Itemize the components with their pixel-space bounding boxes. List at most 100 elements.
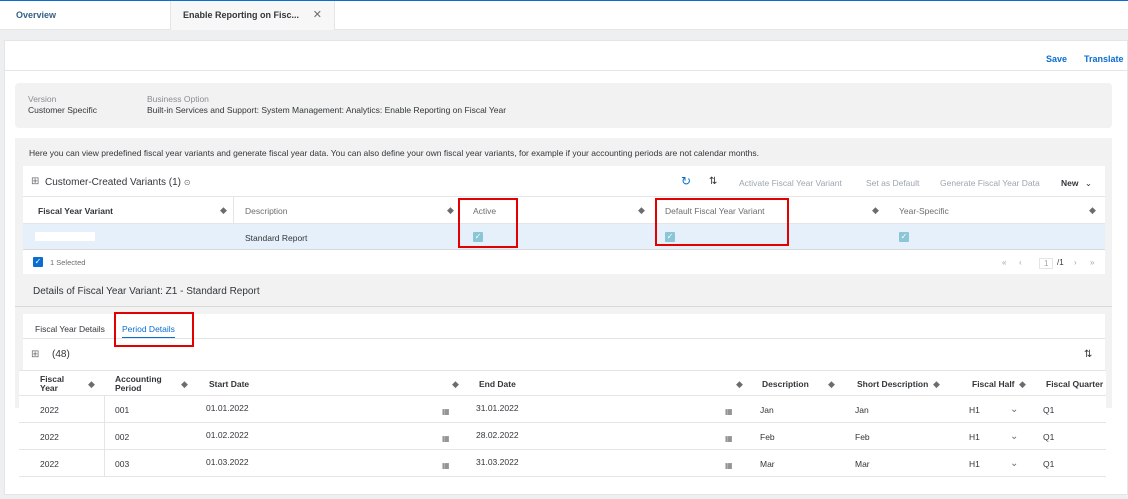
- row-end-date[interactable]: 28.02.2022: [476, 430, 519, 440]
- row-end-date[interactable]: 31.03.2022: [476, 457, 519, 467]
- sort-icon[interactable]: ◆: [88, 379, 95, 390]
- row-fiscal-half[interactable]: H1: [969, 432, 980, 442]
- row-short-description: Mar: [855, 459, 870, 469]
- calendar-icon[interactable]: ▦: [725, 461, 733, 470]
- page-total: /1: [1057, 258, 1064, 267]
- next-page-icon[interactable]: ›: [1074, 258, 1077, 267]
- chevron-down-icon[interactable]: ⌄: [1010, 458, 1018, 469]
- col-description[interactable]: Description: [245, 206, 288, 216]
- col-description[interactable]: Description: [762, 380, 809, 389]
- sort-icon[interactable]: ◆: [452, 379, 459, 390]
- year-specific-checkbox[interactable]: ✓: [899, 232, 909, 242]
- periods-header-row: Fiscal Year ◆ Accounting Period ◆ Start …: [19, 370, 1106, 396]
- col-fiscal-year-line2: Year: [40, 383, 58, 393]
- col-accounting-period-line2: Period: [115, 383, 142, 393]
- sort-icon[interactable]: ◆: [638, 205, 645, 216]
- periods-table: Fiscal Year ◆ Accounting Period ◆ Start …: [19, 370, 1106, 480]
- sort-icon[interactable]: ◆: [447, 205, 454, 216]
- calendar-icon[interactable]: ▦: [442, 434, 450, 443]
- col-fiscal-quarter[interactable]: Fiscal Quarter: [1046, 380, 1103, 389]
- col-fiscal-year[interactable]: Fiscal Year: [40, 375, 64, 393]
- save-button[interactable]: Save: [1046, 54, 1067, 64]
- row-period: 003: [115, 459, 130, 469]
- sort-icon[interactable]: ◆: [220, 205, 227, 216]
- new-button-label: New: [1061, 178, 1079, 188]
- table-row[interactable]: 2022 002 01.02.2022 ▦ 28.02.2022 ▦ Feb F…: [19, 423, 1106, 450]
- row-description: Mar: [760, 459, 775, 469]
- col-accounting-period[interactable]: Accounting Period: [115, 375, 162, 393]
- row-description: Jan: [760, 405, 774, 415]
- first-page-icon[interactable]: «: [1002, 258, 1006, 267]
- row-end-date[interactable]: 31.01.2022: [476, 403, 519, 413]
- tab-enable-reporting[interactable]: Enable Reporting on Fisc... ✕: [170, 1, 335, 30]
- column-divider: [104, 396, 105, 423]
- set-default-button[interactable]: Set as Default: [866, 178, 919, 188]
- chevron-down-icon[interactable]: ⌄: [1010, 431, 1018, 442]
- calendar-icon[interactable]: ▦: [725, 407, 733, 416]
- row-period: 001: [115, 405, 130, 415]
- header-divider: [5, 70, 1128, 71]
- row-year: 2022: [40, 405, 59, 415]
- column-divider: [104, 450, 105, 477]
- col-fiscal-year-variant[interactable]: Fiscal Year Variant: [38, 206, 113, 216]
- row-fiscal-half[interactable]: H1: [969, 405, 980, 415]
- sort-icon[interactable]: ◆: [1089, 205, 1096, 216]
- row-fiscal-quarter: Q1: [1043, 459, 1055, 469]
- col-fiscal-half[interactable]: Fiscal Half: [972, 380, 1015, 389]
- row-description: Feb: [760, 432, 775, 442]
- row-short-description: Feb: [855, 432, 870, 442]
- sort-icon[interactable]: ◆: [736, 379, 743, 390]
- tab-overview[interactable]: Overview: [0, 1, 170, 30]
- chevron-down-icon: ⌄: [1084, 178, 1092, 188]
- chevron-down-icon[interactable]: ⌄: [1010, 404, 1018, 415]
- col-end-date[interactable]: End Date: [479, 380, 516, 389]
- calendar-icon[interactable]: ▦: [725, 434, 733, 443]
- table-row[interactable]: Standard Report ✓ ✓ ✓: [23, 224, 1105, 250]
- row-fiscal-quarter: Q1: [1043, 405, 1055, 415]
- version-value: Customer Specific: [28, 105, 97, 115]
- column-divider: [233, 197, 234, 225]
- sort-icon[interactable]: ◆: [828, 379, 835, 390]
- table-row[interactable]: 2022 003 01.03.2022 ▦ 31.03.2022 ▦ Mar M…: [19, 450, 1106, 477]
- last-page-icon[interactable]: »: [1090, 258, 1094, 267]
- table-row[interactable]: 2022 001 01.01.2022 ▦ 31.01.2022 ▦ Jan J…: [19, 396, 1106, 423]
- sort-icon[interactable]: ⇅: [1084, 349, 1092, 360]
- highlight-active: [458, 198, 518, 248]
- row-fiscal-quarter: Q1: [1043, 432, 1055, 442]
- tab-enable-reporting-label: Enable Reporting on Fisc...: [183, 10, 300, 20]
- calendar-icon[interactable]: ▦: [442, 461, 450, 470]
- refresh-icon[interactable]: ↻: [681, 174, 691, 188]
- table-icon: ⊞: [31, 349, 40, 360]
- prev-page-icon[interactable]: ‹: [1019, 258, 1022, 267]
- translate-button[interactable]: Translate: [1084, 54, 1124, 64]
- row-start-date[interactable]: 01.02.2022: [206, 430, 249, 440]
- highlight-default-variant: [655, 198, 789, 246]
- col-short-description[interactable]: Short Description: [857, 380, 928, 389]
- new-button[interactable]: New ⌄: [1061, 178, 1092, 189]
- sort-icon[interactable]: ◆: [933, 379, 940, 390]
- col-start-date[interactable]: Start Date: [209, 380, 249, 389]
- info-icon[interactable]: ⊙: [184, 178, 191, 187]
- tab-fiscal-year-details[interactable]: Fiscal Year Details: [35, 324, 105, 334]
- sort-icon[interactable]: ◆: [1019, 379, 1026, 390]
- variants-count: (1): [168, 177, 181, 188]
- period-count: (48): [52, 349, 70, 360]
- row-start-date[interactable]: 01.01.2022: [206, 403, 249, 413]
- sort-icon[interactable]: ◆: [872, 205, 879, 216]
- calendar-icon[interactable]: ▦: [442, 407, 450, 416]
- details-divider: [15, 306, 1112, 307]
- row-fiscal-half[interactable]: H1: [969, 459, 980, 469]
- business-option-label: Business Option: [147, 94, 209, 104]
- activate-variant-button[interactable]: Activate Fiscal Year Variant: [739, 178, 842, 188]
- col-year-specific[interactable]: Year-Specific: [899, 206, 949, 216]
- variant-id-cell: [35, 232, 95, 241]
- sort-icon[interactable]: ⇅: [709, 176, 717, 187]
- select-all-checkbox[interactable]: ✓: [33, 257, 43, 267]
- row-start-date[interactable]: 01.03.2022: [206, 457, 249, 467]
- row-description: Standard Report: [245, 233, 308, 243]
- close-icon[interactable]: ✕: [313, 1, 322, 30]
- page-input[interactable]: 1: [1039, 258, 1054, 269]
- generate-data-button[interactable]: Generate Fiscal Year Data: [940, 178, 1040, 188]
- sort-icon[interactable]: ◆: [181, 379, 188, 390]
- intro-text: Here you can view predefined fiscal year…: [29, 148, 759, 158]
